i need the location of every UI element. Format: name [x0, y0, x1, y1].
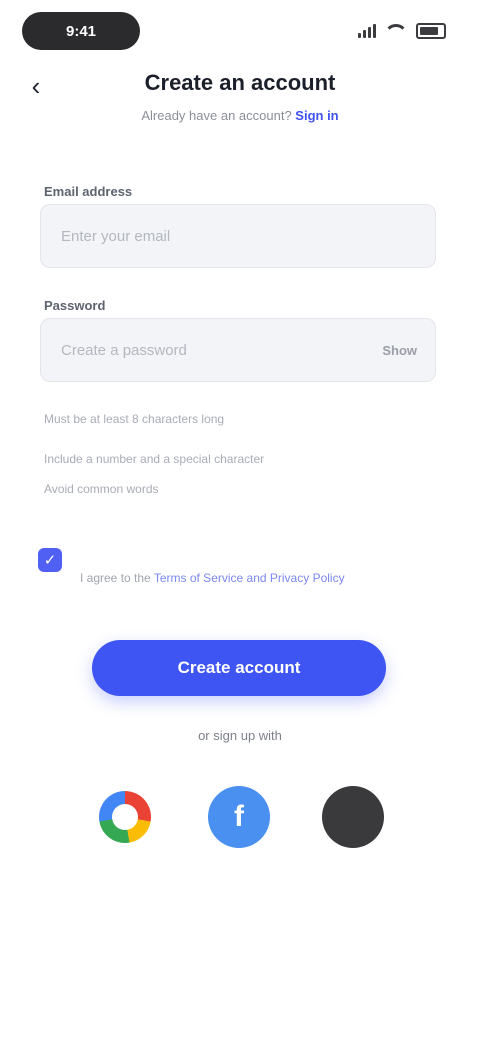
signup-screen: 9:41 ‹ Create an account Already have an…: [0, 0, 480, 1040]
terms-prefix: I agree to the: [80, 571, 151, 585]
apple-signup-button[interactable]: [322, 786, 384, 848]
subtitle-text: Already have an account?: [141, 108, 292, 123]
show-password-toggle[interactable]: Show: [372, 343, 417, 358]
status-time: 9:41: [22, 12, 140, 50]
facebook-signup-button[interactable]: f: [208, 786, 270, 848]
status-bar: 9:41: [0, 0, 480, 64]
email-input[interactable]: [59, 226, 417, 246]
signal-icon: [358, 24, 376, 38]
email-field-container[interactable]: [40, 204, 436, 268]
password-hint: Must be at least 8 characters long: [44, 412, 225, 426]
check-icon: ✓: [43, 552, 57, 569]
battery-icon: [416, 23, 446, 39]
status-icons: [358, 20, 446, 42]
terms-checkbox[interactable]: ✓: [38, 548, 62, 572]
subtitle: Already have an account? Sign in: [0, 108, 480, 123]
password-field-container[interactable]: Show: [40, 318, 436, 382]
terms-link[interactable]: Terms of Service and Privacy Policy: [154, 571, 345, 585]
password-label: Password: [44, 298, 106, 313]
email-label: Email address: [44, 184, 133, 199]
terms-text: I agree to the Terms of Service and Priv…: [80, 566, 430, 590]
sign-in-link[interactable]: Sign in: [295, 108, 338, 123]
wifi-icon: [384, 23, 408, 39]
google-signup-button[interactable]: [94, 786, 156, 848]
password-input[interactable]: [59, 340, 373, 360]
google-icon: [99, 791, 151, 843]
page-title: Create an account: [144, 70, 336, 95]
social-divider-text: or sign up with: [198, 728, 282, 743]
password-hint: Include a number and a special character: [44, 452, 265, 466]
facebook-icon: f: [234, 800, 244, 833]
password-hint: Avoid common words: [44, 482, 159, 496]
create-account-button[interactable]: Create account: [92, 640, 386, 696]
